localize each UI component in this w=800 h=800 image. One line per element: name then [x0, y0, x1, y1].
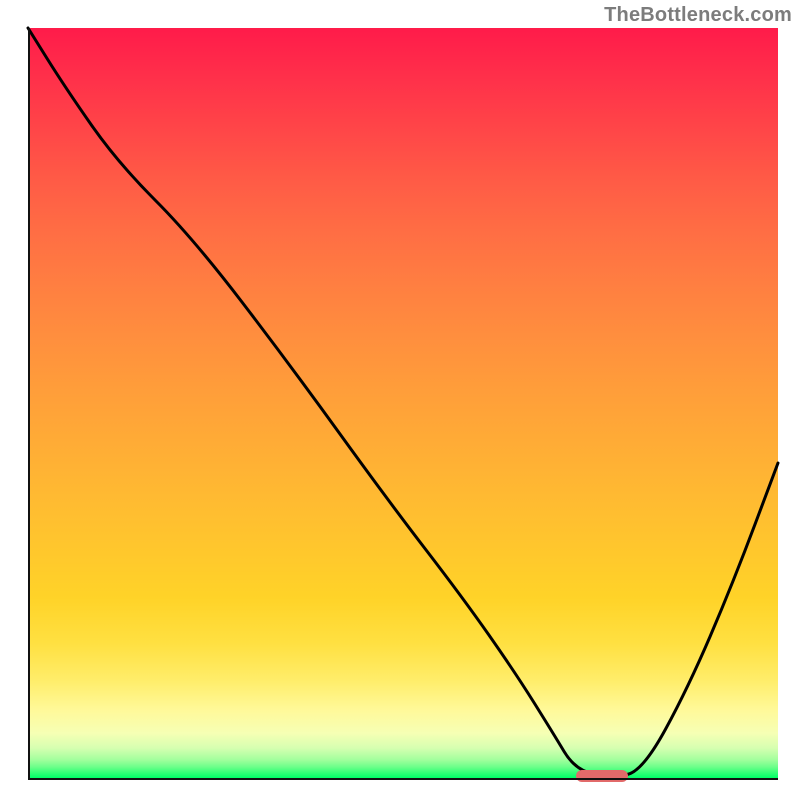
x-axis: [28, 778, 778, 780]
bottleneck-curve: [28, 28, 778, 778]
y-axis: [28, 28, 30, 778]
chart-container: TheBottleneck.com: [0, 0, 800, 800]
watermark-text: TheBottleneck.com: [604, 4, 792, 27]
optimum-marker: [576, 770, 629, 782]
